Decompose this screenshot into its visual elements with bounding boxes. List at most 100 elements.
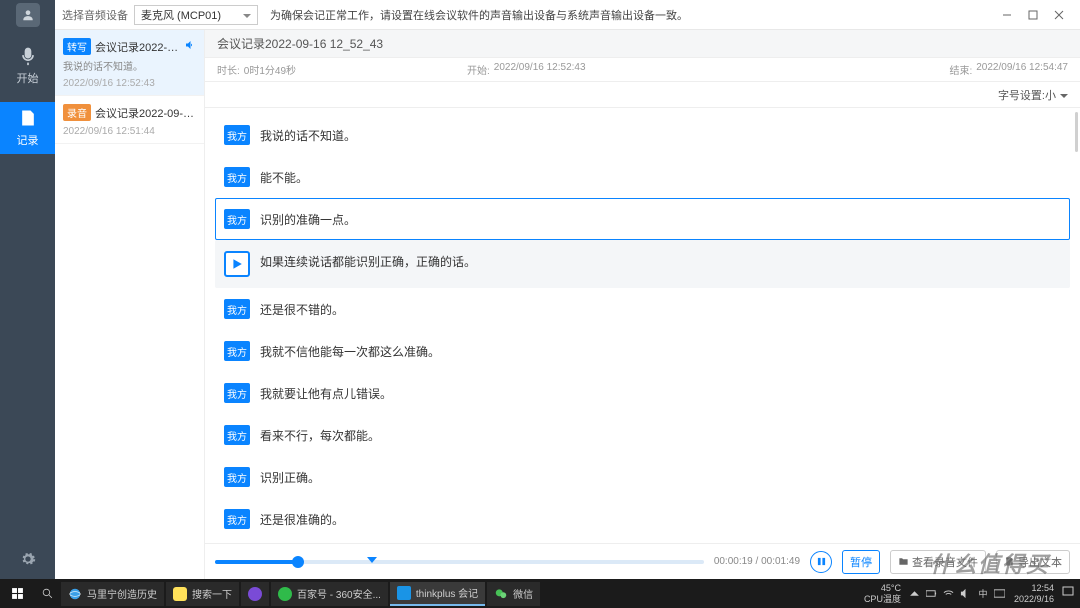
speaker-badge: 我方 [224, 467, 250, 487]
record-list: 转写 会议记录2022-09-16 12_... 我说的话不知道。 2022/0… [55, 30, 205, 579]
export-button[interactable]: 导出文本 [996, 550, 1070, 574]
record-date: 2022/09/16 12:52:43 [63, 78, 196, 89]
detail-title: 会议记录2022-09-16 12_52_43 [205, 30, 1080, 58]
start-button[interactable] [0, 579, 34, 608]
taskbar-item-label: 马里宁创造历史 [87, 586, 157, 601]
device-selected: 麦克风 (MCP01) [141, 7, 221, 23]
record-date: 2022/09/16 12:51:44 [63, 126, 196, 137]
green-circle-icon [278, 587, 292, 601]
play-icon [224, 251, 250, 277]
cpu-temp: 45°CCPU温度 [864, 583, 901, 605]
record-badge: 转写 [63, 38, 91, 55]
time-display: 00:00:19 / 00:01:49 [714, 556, 800, 567]
transcript-row[interactable]: 我方我说的话不知道。 [215, 114, 1070, 156]
speaker-badge: 我方 [224, 341, 250, 361]
taskbar-item-label: thinkplus 会记 [416, 585, 478, 600]
record-title: 会议记录2022-09-16 12_51... [95, 105, 196, 121]
left-sidebar: 开始 记录 [0, 0, 55, 579]
notification-icon[interactable] [1062, 586, 1074, 601]
wechat-icon [494, 587, 508, 601]
tray-wifi-icon [943, 588, 955, 600]
start-label: 开始: [467, 62, 490, 77]
transcript-row[interactable]: 我方能不能。 [215, 156, 1070, 198]
device-dropdown[interactable]: 麦克风 (MCP01) [134, 5, 258, 25]
transcript-row[interactable]: 我方我就要让他有点儿错误。 [215, 372, 1070, 414]
ie-icon [68, 587, 82, 601]
nav-start-label: 开始 [17, 70, 39, 86]
view-file-label: 查看录音文件 [912, 554, 978, 570]
nav-records[interactable]: 记录 [0, 102, 55, 154]
record-item[interactable]: 转写 会议记录2022-09-16 12_... 我说的话不知道。 2022/0… [55, 30, 204, 96]
settings-icon[interactable] [0, 539, 55, 579]
transcript: 我方我说的话不知道。我方能不能。我方识别的准确一点。如果连续说话都能识别正确，正… [205, 108, 1080, 543]
transcript-row[interactable]: 我方还是很不错的。 [215, 288, 1070, 330]
taskbar-item[interactable]: 马里宁创造历史 [61, 582, 164, 606]
progress-marker [367, 557, 377, 563]
transcript-text: 识别正确。 [260, 467, 320, 486]
user-avatar[interactable] [16, 3, 40, 27]
transcript-text: 看来不行，每次都能。 [260, 425, 380, 444]
taskbar-item[interactable]: thinkplus 会记 [390, 582, 485, 606]
tray-ime-icon: 中 [977, 588, 989, 600]
tray-battery-icon [926, 588, 938, 600]
view-file-button[interactable]: 查看录音文件 [890, 550, 986, 574]
top-bar: 选择音频设备 麦克风 (MCP01) 为确保会记正常工作，请设置在线会议软件的声… [0, 0, 1080, 30]
transcript-text: 还是很不错的。 [260, 299, 344, 318]
player-bar: 00:00:19 / 00:01:49 暂停 查看录音文件 导出文本 [205, 543, 1080, 579]
taskbar-item-label: 搜索一下 [192, 586, 232, 601]
export-label: 导出文本 [1018, 554, 1062, 570]
purple-circle-icon [248, 587, 262, 601]
transcript-row[interactable]: 如果连续说话都能识别正确，正确的话。 [215, 240, 1070, 288]
scrollbar[interactable] [1075, 112, 1078, 152]
taskbar-item[interactable]: 微信 [487, 582, 540, 606]
duration-value: 0时1分49秒 [244, 62, 296, 77]
tray-up-icon [909, 588, 921, 600]
sound-icon [184, 39, 196, 54]
detail-pane: 会议记录2022-09-16 12_52_43 时长: 0时1分49秒 开始: 20… [205, 30, 1080, 579]
transcript-row[interactable]: 我方我就不信他能每一次都这么准确。 [215, 330, 1070, 372]
record-preview: 我说的话不知道。 [63, 58, 196, 73]
taskbar-item[interactable]: 搜索一下 [166, 582, 239, 606]
end-value: 2022/09/16 12:54:47 [976, 62, 1068, 77]
taskbar-item[interactable]: 百家号 - 360安全... [271, 582, 388, 606]
folder-icon [898, 556, 909, 567]
transcript-text: 如果连续说话都能识别正确，正确的话。 [260, 251, 476, 270]
speaker-badge: 我方 [224, 299, 250, 319]
progress-slider[interactable] [215, 560, 704, 564]
taskbar: 马里宁创造历史搜索一下百家号 - 360安全...thinkplus 会记微信 … [0, 579, 1080, 608]
transcript-row[interactable]: 我方还是很准确的。 [215, 498, 1070, 540]
minimize-icon[interactable] [994, 2, 1020, 28]
transcript-row[interactable]: 我方看来不行，每次都能。 [215, 414, 1070, 456]
transcript-row[interactable]: 我方识别正确。 [215, 456, 1070, 498]
nav-start[interactable]: 开始 [0, 40, 55, 92]
record-title: 会议记录2022-09-16 12_... [95, 39, 180, 55]
font-size-dropdown[interactable]: 字号设置:小 [998, 87, 1068, 103]
transcript-text: 我说的话不知道。 [260, 125, 356, 144]
speaker-badge: 我方 [224, 509, 250, 529]
pause-button[interactable]: 暂停 [842, 550, 880, 574]
taskbar-item[interactable] [241, 582, 269, 606]
transcript-text: 识别的准确一点。 [260, 209, 356, 228]
device-label: 选择音频设备 [62, 7, 128, 23]
duration-label: 时长: [217, 62, 240, 77]
tray-icons[interactable]: 中 [909, 588, 1006, 600]
transcript-text: 还是很准确的。 [260, 509, 344, 528]
taskbar-item-label: 百家号 - 360安全... [297, 586, 381, 601]
maximize-icon[interactable] [1020, 2, 1046, 28]
record-item[interactable]: 录音 会议记录2022-09-16 12_51... 2022/09/16 12… [55, 96, 204, 144]
export-icon [1004, 556, 1015, 567]
device-notice: 为确保会记正常工作，请设置在线会议软件的声音输出设备与系统声音输出设备一致。 [270, 7, 994, 23]
transcript-text: 我就不信他能每一次都这么准确。 [260, 341, 440, 360]
taskbar-item-label: 微信 [513, 586, 533, 601]
pause-round-icon[interactable] [810, 551, 832, 573]
transcript-text: 我就要让他有点儿错误。 [260, 383, 392, 402]
speaker-badge: 我方 [224, 167, 250, 187]
close-icon[interactable] [1046, 2, 1072, 28]
speaker-badge: 我方 [224, 383, 250, 403]
speaker-badge: 我方 [224, 425, 250, 445]
transcript-row[interactable]: 我方识别的准确一点。 [215, 198, 1070, 240]
blue-square-icon [397, 586, 411, 600]
search-pill-icon [173, 587, 187, 601]
taskbar-search-icon[interactable] [34, 579, 60, 608]
clock[interactable]: 12:542022/9/16 [1014, 583, 1054, 605]
